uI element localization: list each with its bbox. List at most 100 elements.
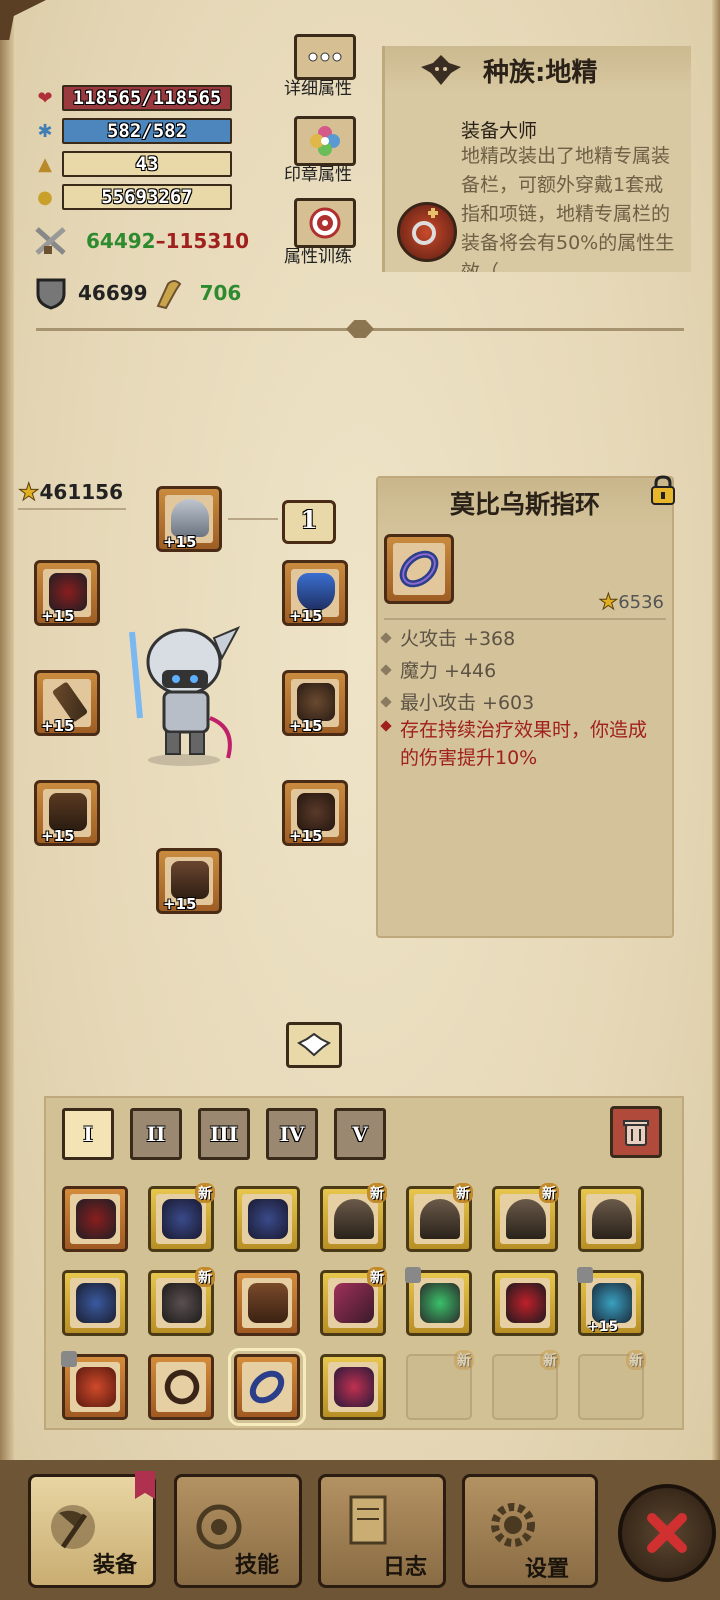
inventory-slot-empty[interactable]: 新	[406, 1350, 474, 1420]
gold-value: 55693267	[62, 184, 232, 210]
inventory-item[interactable]: +15	[577, 1267, 644, 1336]
nav-settings[interactable]: 设置	[462, 1474, 598, 1588]
enhance-level: +15	[163, 895, 197, 913]
enhance-level: +15	[41, 717, 75, 735]
lock-icon	[405, 1267, 421, 1283]
attack-separator: –	[155, 229, 166, 253]
inventory-item[interactable]: 新	[406, 1183, 473, 1252]
attack-row: 64492 – 115310	[34, 226, 249, 256]
claw-gauntlet-icon	[334, 1283, 374, 1323]
inventory-tab-5[interactable]: V	[334, 1108, 386, 1160]
inventory-item[interactable]: 新	[320, 1183, 387, 1252]
hero-character[interactable]	[118, 618, 248, 768]
mask-slot[interactable]: +15	[34, 560, 100, 626]
nav-equipment[interactable]: 装备	[28, 1471, 156, 1588]
inventory-tab-3[interactable]: III	[198, 1108, 250, 1160]
inventory-item[interactable]	[234, 1270, 300, 1336]
mana-gear-icon: ✱	[37, 120, 53, 142]
hp-bar: 118565/118565	[62, 85, 232, 111]
race-skill-description: 地精改装出了地精专属装备栏，可额外穿戴1套戒指和项链，地精专属栏的装备将会有50…	[461, 145, 675, 272]
iron-helmet-icon	[506, 1199, 546, 1239]
inventory-tab-2[interactable]: II	[130, 1108, 182, 1160]
inventory-item[interactable]: 新	[492, 1183, 559, 1252]
defense-value: 46699	[78, 281, 148, 305]
attribute-training-button[interactable]	[294, 198, 356, 248]
discard-button[interactable]	[610, 1106, 662, 1158]
level-value: 43	[62, 151, 232, 177]
armor-slot[interactable]: +15	[282, 670, 348, 736]
gauntlet-icon	[49, 793, 87, 831]
game-screen: ❤ 118565/118565 ✱ 582/582 ▲ 43 ● 5569326…	[0, 0, 720, 1600]
item-icon	[384, 534, 454, 604]
diamond-bullet-icon	[380, 631, 392, 644]
inventory-item-selected[interactable]	[228, 1348, 306, 1426]
attribute-text: 火攻击 +368	[400, 628, 516, 650]
mp-row: ✱ 582/582	[34, 117, 232, 145]
inventory-item[interactable]	[62, 1186, 128, 1252]
item-detail-panel: 莫比乌斯指环 ★ 6536 火攻击 +368 魔力 +446 最小攻击 +603…	[376, 475, 675, 938]
mobius-ring-icon	[399, 550, 439, 588]
inventory-slot-empty[interactable]: 新	[492, 1350, 560, 1420]
equipment-score-value: 461156	[39, 480, 124, 504]
inventory-slot-empty[interactable]: 新	[578, 1350, 646, 1420]
new-badge: 新	[367, 1183, 387, 1203]
race-header: 种族:地精	[385, 46, 691, 94]
inventory-item[interactable]	[148, 1354, 214, 1420]
weapon-slot[interactable]: +15	[34, 670, 100, 736]
nav-log-label: 日志	[383, 1555, 428, 1580]
inventory-item[interactable]	[405, 1267, 472, 1336]
collapse-toggle-button[interactable]	[286, 1022, 342, 1068]
item-attribute: 魔力 +446	[380, 656, 496, 683]
inventory-item[interactable]	[62, 1270, 128, 1336]
inventory-item[interactable]: 新	[148, 1267, 215, 1336]
boots-slot[interactable]: +15	[156, 848, 222, 914]
nav-equipment-label: 装备	[93, 1553, 138, 1578]
new-badge: 新	[367, 1267, 387, 1287]
inventory-item[interactable]	[61, 1351, 128, 1420]
item-separator	[384, 618, 666, 620]
gloves-slot[interactable]: +15	[34, 780, 100, 846]
level-triangle-icon: ▲	[38, 153, 52, 175]
inventory-item[interactable]	[234, 1186, 300, 1252]
enhance-level: +15	[587, 1319, 619, 1335]
inventory-item[interactable]	[492, 1270, 558, 1336]
emerald-necklace-icon	[420, 1283, 460, 1323]
close-button[interactable]	[618, 1484, 716, 1582]
nav-log[interactable]: 日志	[318, 1474, 446, 1588]
nav-skills-label: 技能	[235, 1553, 280, 1578]
target-icon	[309, 207, 341, 239]
inventory-tab-1[interactable]: I	[62, 1108, 114, 1160]
nav-skills[interactable]: 技能	[174, 1474, 302, 1588]
attribute-text: 最小攻击 +603	[400, 692, 535, 714]
new-badge: 新	[195, 1267, 215, 1287]
seal-attributes-button[interactable]	[294, 116, 356, 166]
inventory-item[interactable]	[320, 1354, 386, 1420]
new-badge: 新	[195, 1183, 215, 1203]
equipment-master-skill-icon	[397, 202, 457, 262]
necklace-slot[interactable]: +15	[282, 560, 348, 626]
guide-line	[18, 508, 126, 510]
diamond-bullet-icon	[380, 720, 392, 732]
new-badge: 新	[540, 1350, 560, 1370]
inventory-tab-4[interactable]: IV	[266, 1108, 318, 1160]
inventory-item[interactable]: 新	[148, 1183, 215, 1252]
detail-attributes-label: 详细属性	[284, 79, 352, 99]
fire-ring-icon	[76, 1367, 116, 1407]
item-special-bullet	[380, 720, 400, 732]
gear-icon	[491, 1503, 535, 1547]
silver-crown-icon	[171, 499, 209, 537]
sapphire-bracer-icon	[592, 1283, 632, 1323]
wrench-ring-icon	[412, 208, 438, 245]
lock-icon	[61, 1351, 77, 1367]
helmet-slot[interactable]: +15	[156, 486, 222, 552]
leather-boots-icon	[248, 1283, 288, 1323]
enhance-level: +15	[289, 827, 323, 845]
inventory-item[interactable]: 新	[320, 1267, 387, 1336]
item-special-effect: 存在持续治疗效果时，你造成的伤害提升10%	[400, 719, 648, 769]
slot-page-button[interactable]: 1	[282, 500, 336, 544]
new-badge: 新	[539, 1183, 559, 1203]
lock-icon[interactable]	[648, 474, 678, 506]
blue-armor-icon	[76, 1283, 116, 1323]
legs-slot[interactable]: +15	[282, 780, 348, 846]
inventory-item[interactable]	[578, 1186, 644, 1252]
